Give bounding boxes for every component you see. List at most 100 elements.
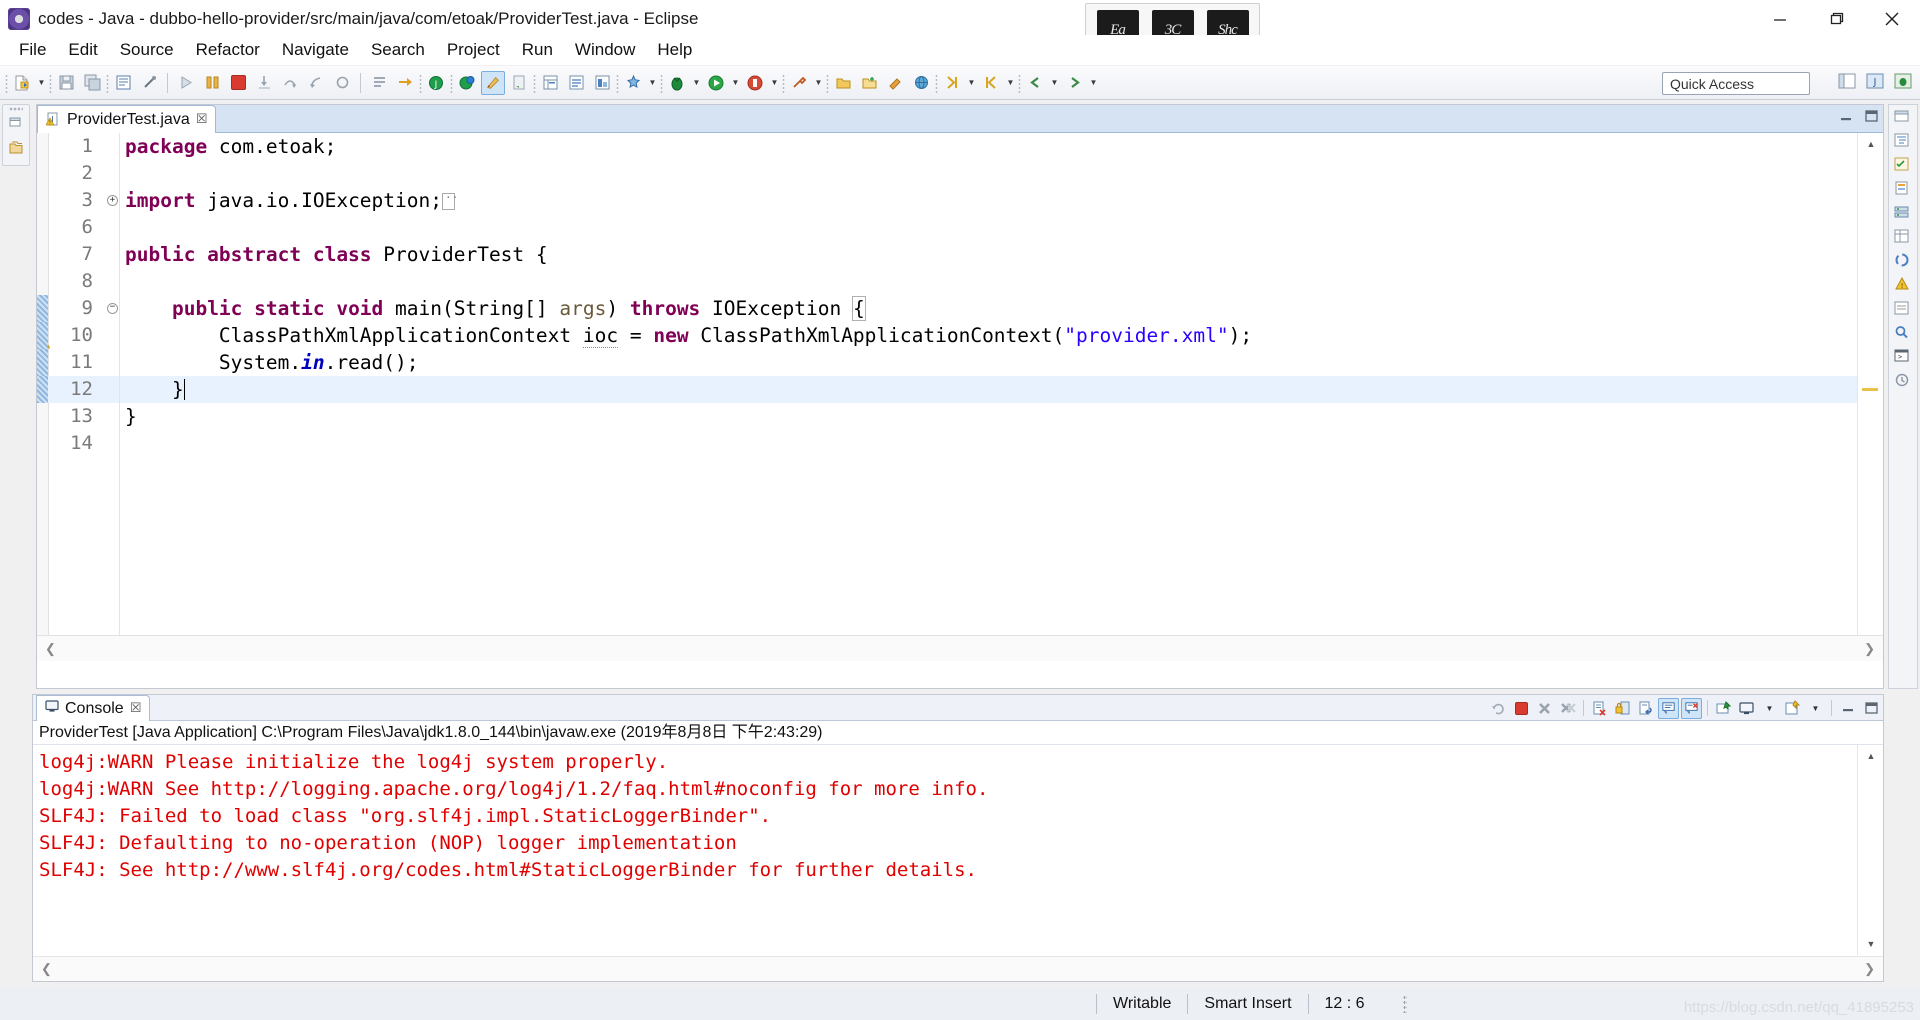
console-output[interactable]: log4j:WARN Please initialize the log4j s… — [33, 745, 1857, 955]
display-selected-console-icon[interactable] — [1736, 698, 1757, 719]
code-line[interactable]: 9− public static void main(String[] args… — [37, 295, 1857, 322]
restore-view-icon[interactable] — [8, 114, 24, 135]
coverage-icon[interactable] — [743, 71, 767, 95]
toolbar-grip[interactable] — [615, 72, 620, 93]
code-line[interactable]: 1 package com.etoak; — [37, 133, 1857, 160]
menu-edit[interactable]: Edit — [57, 38, 108, 62]
new-class-dropdown-arrow[interactable]: ▼ — [646, 71, 659, 95]
show-console-on-output-icon[interactable] — [1658, 697, 1679, 719]
save-all-icon[interactable] — [80, 71, 104, 95]
editor-horizontal-scrollbar[interactable]: ❮ ❯ — [37, 635, 1883, 661]
scroll-left-icon[interactable]: ❮ — [45, 641, 56, 657]
menu-window[interactable]: Window — [564, 38, 646, 62]
search-view-icon[interactable] — [1893, 324, 1913, 342]
pin-console-icon[interactable] — [1713, 698, 1734, 719]
fast-view-grip[interactable] — [9, 107, 23, 111]
run-last-tool-icon[interactable] — [174, 71, 198, 95]
minimize-icon[interactable] — [1837, 698, 1858, 719]
next-annotation-icon[interactable] — [393, 71, 417, 95]
forward-dropdown-arrow[interactable]: ▼ — [1087, 71, 1100, 95]
code-line[interactable]: !10 ClassPathXmlApplicationContext ioc =… — [37, 322, 1857, 349]
close-icon[interactable]: ☒ — [130, 701, 142, 716]
java-editor-icon[interactable] — [481, 70, 505, 95]
restore-view-icon[interactable] — [1893, 108, 1913, 126]
toggle-ant-icon[interactable] — [367, 71, 391, 95]
code-line[interactable]: 2 — [37, 160, 1857, 187]
maximize-button[interactable] — [1808, 0, 1864, 38]
uml-icon[interactable] — [590, 71, 614, 95]
java-browsing-icon[interactable] — [538, 71, 562, 95]
remove-launch-icon[interactable] — [1534, 698, 1555, 719]
status-resize-grip[interactable] — [1402, 995, 1407, 1013]
debug-icon[interactable] — [665, 71, 689, 95]
menu-navigate[interactable]: Navigate — [271, 38, 360, 62]
editor-tab-providertest[interactable]: J ! ProviderTest.java ☒ — [37, 105, 217, 133]
progress-icon[interactable] — [1893, 252, 1913, 270]
step-return-icon[interactable] — [304, 71, 328, 95]
code-line[interactable]: 14 — [37, 430, 1857, 457]
scroll-up-icon[interactable]: ▲ — [1858, 745, 1884, 767]
toolbar-grip[interactable] — [532, 72, 537, 93]
new-java-package-icon[interactable] — [111, 71, 135, 95]
fold-expand-icon[interactable]: + — [107, 195, 118, 206]
menu-run[interactable]: Run — [511, 38, 564, 62]
minimize-button[interactable] — [1752, 0, 1808, 38]
previous-dropdown-arrow[interactable]: ▼ — [1004, 71, 1017, 95]
remove-all-terminated-icon[interactable] — [1557, 698, 1578, 719]
scroll-left-icon[interactable]: ❮ — [41, 961, 52, 977]
java-perspective-icon[interactable]: J — [1862, 68, 1888, 94]
toolbar-grip[interactable] — [418, 72, 423, 93]
scroll-right-icon[interactable]: ❯ — [1864, 641, 1875, 657]
snippets-icon[interactable] — [1893, 180, 1913, 198]
step-over-icon[interactable] — [278, 71, 302, 95]
overview-warning-marker[interactable] — [1862, 388, 1878, 391]
console-horizontal-scrollbar[interactable]: ❮ ❯ — [33, 956, 1883, 981]
menu-project[interactable]: Project — [436, 38, 511, 62]
toolbar-grip[interactable] — [449, 72, 454, 93]
external-tools-icon[interactable] — [787, 71, 811, 95]
package-explorer-icon[interactable] — [8, 140, 24, 161]
collapsed-imports-box[interactable] — [442, 184, 458, 211]
scroll-down-icon[interactable]: ▼ — [1858, 933, 1884, 955]
debug-dropdown-arrow[interactable]: ▼ — [690, 71, 703, 95]
new-folder-icon[interactable] — [857, 71, 881, 95]
globe-icon[interactable] — [909, 71, 933, 95]
fold-collapse-icon[interactable]: − — [107, 303, 118, 314]
toolbar-grip[interactable] — [105, 72, 110, 93]
toolbar-grip[interactable] — [781, 72, 786, 93]
code-line[interactable]: 11 System.in.read(); — [37, 349, 1857, 376]
javadoc-icon[interactable] — [1893, 300, 1913, 318]
drop-to-frame-icon[interactable] — [330, 71, 354, 95]
word-wrap-icon[interactable] — [1635, 698, 1656, 719]
menu-search[interactable]: Search — [360, 38, 436, 62]
editor-body[interactable]: 1 package com.etoak; 2 3 + import java.io.IOE… — [37, 133, 1883, 661]
quick-access-input[interactable]: Quick Access — [1662, 72, 1810, 95]
open-console-dropdown-arrow[interactable]: ▼ — [1805, 698, 1826, 719]
menu-source[interactable]: Source — [109, 38, 185, 62]
properties-icon[interactable] — [1893, 228, 1913, 246]
next-edit-icon[interactable] — [940, 71, 964, 95]
toolbar-grip[interactable] — [4, 72, 9, 93]
code-line[interactable]: 8 — [37, 268, 1857, 295]
open-console-icon[interactable] — [1782, 698, 1803, 719]
open-folder-icon[interactable] — [831, 71, 855, 95]
history-view-icon[interactable] — [1893, 372, 1913, 390]
show-console-on-error-icon[interactable] — [1681, 697, 1702, 719]
terminate-icon[interactable] — [226, 71, 250, 95]
console-tab[interactable]: Console ☒ — [36, 695, 151, 721]
task-list-icon[interactable] — [1893, 156, 1913, 174]
new-dropdown-arrow[interactable]: ▼ — [35, 71, 48, 95]
maximize-icon[interactable] — [1863, 109, 1879, 128]
debug-perspective-icon[interactable] — [1890, 68, 1916, 94]
new-xml-icon[interactable] — [507, 71, 531, 95]
outline-view-icon[interactable] — [1893, 132, 1913, 150]
toolbar-grip[interactable] — [48, 72, 53, 93]
new-wizard-icon[interactable] — [10, 71, 34, 95]
open-task-icon[interactable] — [455, 71, 479, 95]
display-dropdown-arrow[interactable]: ▼ — [1759, 698, 1780, 719]
code-line[interactable]: 13} — [37, 403, 1857, 430]
open-resource-icon[interactable] — [564, 71, 588, 95]
toolbar-grip[interactable] — [659, 72, 664, 93]
run-icon[interactable] — [704, 71, 728, 95]
problems-icon[interactable]: ! — [1893, 276, 1913, 294]
